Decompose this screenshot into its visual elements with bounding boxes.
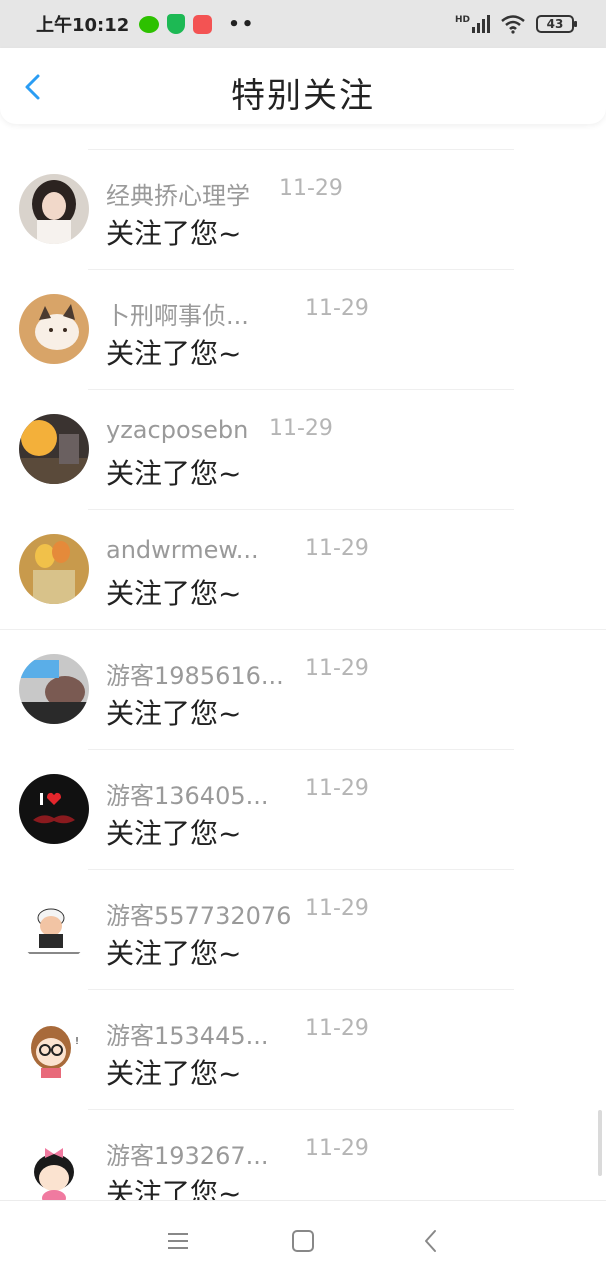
status-bar: 上午10:12 •• HD 43 [0, 0, 606, 48]
avatar[interactable] [19, 534, 89, 604]
menu-icon [168, 1233, 188, 1249]
notification-message: 关注了您~ [106, 697, 242, 730]
notification-message: 关注了您~ [106, 457, 242, 490]
user-name[interactable]: 游客153445... [106, 1016, 269, 1051]
list-item[interactable]: 经典挢心理学 11-29 关注了您~ [0, 150, 606, 270]
user-name[interactable]: yzacposebn [106, 416, 248, 444]
avatar[interactable]: ! [19, 1014, 89, 1084]
svg-text:!: ! [75, 1036, 79, 1047]
notification-date: 11-29 [305, 656, 369, 681]
notification-date: 11-29 [305, 536, 369, 561]
notification-message: 关注了您~ [106, 337, 242, 370]
list-item[interactable]: ! 游客153445... 11-29 关注了您~ [0, 990, 606, 1110]
notification-message: 关注了您~ [106, 817, 242, 850]
avatar[interactable] [19, 894, 89, 964]
status-right: HD 43 [455, 14, 577, 34]
app-notification-icon [193, 14, 213, 34]
avatar[interactable] [19, 414, 89, 484]
balloons-photo-avatar [19, 534, 89, 604]
home-button[interactable] [288, 1227, 318, 1255]
navigation-bar: 特别关注 [0, 48, 606, 124]
user-name[interactable]: 游客557732076 [106, 896, 291, 931]
user-name[interactable]: 游客1985616... [106, 656, 284, 691]
sunset-photo-avatar [19, 414, 89, 484]
user-name[interactable]: 游客136405... [106, 776, 269, 811]
more-notifications-indicator: •• [228, 13, 256, 35]
list-item[interactable]: 卜刑啊事侦... 11-29 关注了您~ [0, 270, 606, 390]
system-back-button[interactable] [416, 1227, 446, 1255]
cartoon-man-avatar [19, 894, 89, 964]
network-type-label: HD [454, 15, 470, 25]
list-item[interactable]: 游客557732076 11-29 关注了您~ [0, 870, 606, 990]
notification-date: 11-29 [269, 416, 333, 441]
notification-message: 关注了您~ [106, 577, 242, 610]
list-item[interactable]: yzacposebn 11-29 关注了您~ [0, 390, 606, 510]
shield-icon [167, 14, 186, 34]
scrollbar[interactable] [598, 1110, 602, 1176]
avatar[interactable] [19, 294, 89, 364]
notification-list[interactable]: 经典挢心理学 11-29 关注了您~ 卜刑啊事侦... 11-29 关注了您~ [0, 124, 606, 1200]
list-item[interactable]: 游客193267... 11-29 关注了您~ [0, 1110, 606, 1200]
signal-icon: HD [455, 15, 490, 33]
wifi-icon [501, 15, 525, 34]
list-item[interactable]: 游客136405... 11-29 关注了您~ [0, 750, 606, 870]
girl-photo-avatar [19, 174, 89, 244]
user-name[interactable]: andwrmew... [106, 536, 259, 564]
list-item[interactable]: 游客1985616... 11-29 关注了您~ [0, 630, 606, 750]
list-item[interactable]: andwrmew... 11-29 关注了您~ [0, 510, 606, 630]
notification-date: 11-29 [305, 896, 369, 921]
status-time: 上午10:12 [36, 15, 130, 36]
cartoon-girl-glasses-avatar: ! [19, 1014, 89, 1084]
menu-button[interactable] [163, 1227, 193, 1255]
back-chevron-icon [425, 1230, 436, 1252]
battery-indicator: 43 [536, 15, 577, 33]
notification-date: 11-29 [279, 176, 343, 201]
avatar[interactable] [19, 654, 89, 724]
avatar[interactable] [19, 1134, 89, 1200]
notification-date: 11-29 [305, 296, 369, 321]
cartoon-girl-bow-avatar [19, 1134, 89, 1200]
home-square-icon [292, 1230, 314, 1252]
notification-message: 关注了您~ [106, 1177, 242, 1200]
avatar[interactable] [19, 774, 89, 844]
notification-date: 11-29 [305, 1136, 369, 1161]
notification-message: 关注了您~ [106, 1057, 242, 1090]
page-title: 特别关注 [231, 76, 375, 116]
notification-date: 11-29 [305, 1016, 369, 1041]
notification-message: 关注了您~ [106, 937, 242, 970]
system-navigation-bar [0, 1200, 606, 1280]
cat-photo-avatar [19, 294, 89, 364]
wechat-icon [139, 15, 160, 33]
i-love-moustache-avatar [19, 774, 89, 844]
user-name[interactable]: 经典挢心理学 [106, 176, 250, 211]
user-name[interactable]: 卜刑啊事侦... [106, 296, 249, 331]
notification-date: 11-29 [305, 776, 369, 801]
user-name[interactable]: 游客193267... [106, 1136, 269, 1171]
avatar[interactable] [19, 174, 89, 244]
notification-message: 关注了您~ [106, 217, 242, 250]
legs-photo-avatar [19, 654, 89, 724]
